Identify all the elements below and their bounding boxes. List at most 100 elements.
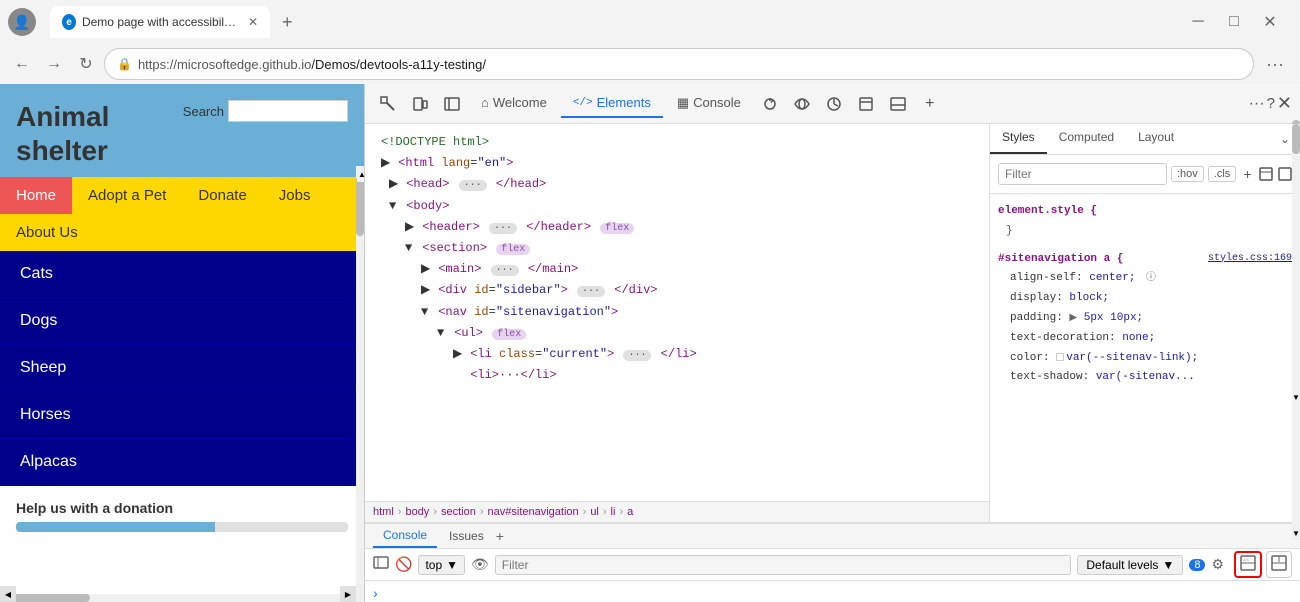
html-doctype[interactable]: <!DOCTYPE html> [365, 132, 989, 153]
toggle-panel-button[interactable] [883, 89, 913, 119]
li-element[interactable]: <li>···</li> [365, 365, 989, 386]
nav-item-donate[interactable]: Donate [182, 177, 262, 214]
header-element[interactable]: ▶ <header> ··· </header> flex [365, 217, 989, 238]
tab-elements[interactable]: </> Elements [561, 89, 663, 118]
animal-item-horses[interactable]: Horses [0, 392, 364, 439]
section-element[interactable]: ▼ <section> flex [365, 238, 989, 259]
style-source-link[interactable]: styles.css:169 [1208, 250, 1292, 270]
application-button[interactable] [851, 89, 881, 119]
nav-item-jobs[interactable]: Jobs [263, 177, 327, 214]
devtools-help-button[interactable]: ? [1267, 95, 1275, 112]
expand-icon[interactable]: ▶ [453, 345, 463, 364]
scrollbar-up-arrow[interactable]: ▲ [357, 166, 365, 182]
browser-tab[interactable]: e Demo page with accessibility issu ✕ [50, 6, 270, 38]
tab-styles[interactable]: Styles [990, 124, 1047, 154]
tab-computed[interactable]: Computed [1047, 124, 1126, 154]
collapse-icon[interactable]: ▼ [389, 197, 399, 216]
styles-scroll-down[interactable]: ▼ [1292, 390, 1300, 404]
device-emulation-button[interactable] [405, 89, 435, 119]
devtools-close-button[interactable]: ✕ [1277, 93, 1292, 114]
console-filter-input[interactable] [495, 555, 1072, 575]
head-element[interactable]: ▶ <head> ··· </head> [365, 174, 989, 195]
horizontal-scrollbar-track[interactable] [0, 594, 356, 602]
breadcrumb-nav[interactable]: nav#sitenavigation [488, 506, 579, 518]
animal-item-dogs[interactable]: Dogs [0, 298, 364, 345]
horizontal-scrollbar-thumb[interactable] [10, 594, 90, 602]
sources-button[interactable] [755, 89, 785, 119]
nav-item-adopt[interactable]: Adopt a Pet [72, 177, 182, 214]
new-style-rule-button[interactable] [1259, 159, 1274, 189]
expand-icon[interactable]: ▶ [381, 154, 391, 173]
collapse-icon[interactable]: ▼ [437, 324, 447, 343]
browser-more-button[interactable]: ··· [1258, 54, 1292, 75]
styles-scrollbar-track[interactable]: ▼ [1292, 124, 1300, 404]
tab-console-bottom[interactable]: Console [373, 524, 437, 548]
breadcrumb-body[interactable]: body [405, 506, 429, 518]
url-bar[interactable]: 🔒 https://microsoftedge.github.io/Demos/… [104, 48, 1254, 80]
breadcrumb-ul[interactable]: ul [590, 506, 599, 518]
add-tab-button[interactable]: + [496, 528, 504, 544]
console-clear-button[interactable] [373, 555, 389, 574]
div-sidebar-element[interactable]: ▶ <div id="sidebar"> ··· </div> [365, 280, 989, 301]
search-input[interactable] [228, 100, 348, 122]
toggle-sidebar-button[interactable] [437, 89, 467, 119]
reload-button[interactable]: ↻ [72, 50, 100, 78]
close-window-button[interactable]: ✕ [1256, 8, 1284, 36]
network-button[interactable] [787, 89, 817, 119]
console-eye-button[interactable]: 👁 [471, 556, 489, 573]
nav-item-about[interactable]: About Us [0, 214, 94, 251]
expand-icon[interactable]: ▶ [405, 218, 415, 237]
lock-icon: 🔒 [117, 57, 132, 71]
new-tab-button[interactable]: + [274, 12, 301, 33]
breadcrumb-section[interactable]: section [441, 506, 476, 518]
tab-issues[interactable]: Issues [439, 525, 494, 547]
performance-button[interactable] [819, 89, 849, 119]
nav-element[interactable]: ▼ <nav id="sitenavigation"> [365, 302, 989, 323]
html-tree: <!DOCTYPE html> ▶ <html lang="en"> ▶ <he… [365, 124, 989, 501]
breadcrumb-html[interactable]: html [373, 506, 394, 518]
collapse-icon[interactable]: ▼ [421, 303, 431, 322]
vertical-scrollbar-track[interactable] [356, 166, 364, 602]
add-panel-button[interactable]: + [915, 89, 945, 119]
expand-icon[interactable]: ▶ [421, 260, 431, 279]
breadcrumb-li[interactable]: li [611, 506, 616, 518]
devtools-more-button[interactable]: ··· [1249, 95, 1265, 113]
tab-welcome[interactable]: ⌂ Welcome [469, 89, 559, 118]
console-stop-button[interactable]: 🚫 [395, 556, 412, 573]
styles-scrollbar-thumb[interactable] [1292, 124, 1300, 154]
bottom-tabs: Console Issues + [365, 524, 1300, 549]
body-element[interactable]: ▼ <body> [365, 196, 989, 217]
collapse-icon[interactable]: ▼ [405, 239, 415, 258]
class-toggle-button[interactable]: .cls [1208, 166, 1237, 182]
console-context-selector[interactable]: top ▼ [418, 555, 465, 575]
breadcrumb-a[interactable]: a [627, 506, 633, 518]
add-style-rule-button[interactable]: + [1240, 159, 1255, 189]
hover-state-button[interactable]: :hov [1171, 166, 1204, 182]
console-settings-button[interactable]: ⚙ [1211, 556, 1224, 573]
html-element[interactable]: ▶ <html lang="en"> [365, 153, 989, 174]
toggle-dark-mode-button[interactable] [1277, 159, 1292, 189]
styles-filter-input[interactable] [998, 163, 1167, 185]
animal-item-alpacas[interactable]: Alpacas [0, 439, 364, 486]
ul-element[interactable]: ▼ <ul> flex [365, 323, 989, 344]
animal-item-sheep[interactable]: Sheep [0, 345, 364, 392]
expand-icon[interactable]: ▶ [421, 281, 431, 300]
vertical-scrollbar-thumb[interactable] [356, 176, 364, 236]
main-element[interactable]: ▶ <main> ··· </main> [365, 259, 989, 280]
nav-item-home[interactable]: Home [0, 177, 72, 214]
expand-icon[interactable]: ▶ [389, 175, 399, 194]
console-expand-button[interactable] [1266, 551, 1292, 578]
console-levels-selector[interactable]: Default levels ▼ [1077, 555, 1183, 575]
back-button[interactable]: ← [8, 50, 36, 78]
levels-dropdown-icon: ▼ [1162, 558, 1174, 572]
console-mode-button[interactable]: </> [1234, 551, 1262, 578]
minimize-button[interactable]: ─ [1184, 8, 1212, 36]
forward-button[interactable]: → [40, 50, 68, 78]
tab-layout[interactable]: Layout [1126, 124, 1186, 154]
tab-console[interactable]: ▦ Console [665, 89, 753, 119]
maximize-button[interactable]: □ [1220, 8, 1248, 36]
tab-close-button[interactable]: ✕ [248, 15, 258, 29]
inspect-element-button[interactable] [373, 89, 403, 119]
animal-item-cats[interactable]: Cats [0, 251, 364, 298]
li-current-element[interactable]: ▶ <li class="current"> ··· </li> [365, 344, 989, 365]
